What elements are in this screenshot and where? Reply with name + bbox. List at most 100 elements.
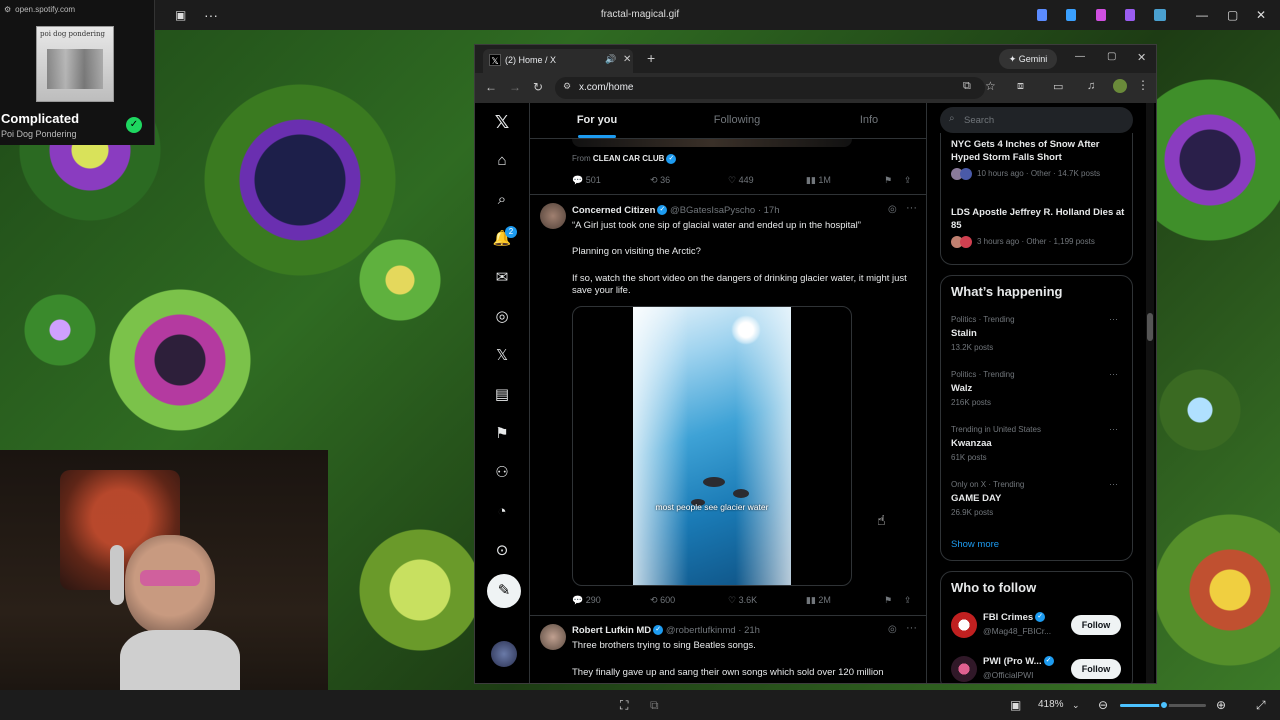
gemini-button[interactable]: ✦ Gemini	[999, 49, 1057, 69]
browser-tab[interactable]: 𝕏 (2) Home / X 🔊 ✕	[483, 49, 633, 73]
crop-icon[interactable]: ⧉	[650, 690, 659, 720]
post-video[interactable]: most people see glacier water	[572, 306, 852, 586]
post-more-icon[interactable]: ···	[906, 202, 917, 214]
premium-x-icon[interactable]: 𝕏	[492, 346, 512, 366]
app-icon[interactable]	[1125, 9, 1135, 21]
bookmark-icon[interactable]: ⚑	[884, 595, 892, 606]
reply-count[interactable]: 💬 290	[572, 595, 601, 606]
trend-more-icon[interactable]: ···	[1109, 369, 1118, 379]
author-name[interactable]: Robert Lufkin MD	[572, 625, 651, 636]
share-icon[interactable]: ⇪	[904, 595, 912, 606]
show-more-link[interactable]: Show more	[951, 539, 999, 550]
url-field[interactable]: ⚙ x.com/home	[555, 77, 985, 99]
reload-icon[interactable]: ↻	[533, 80, 543, 94]
zoom-level[interactable]: 418%	[1038, 690, 1064, 720]
repost-count[interactable]: ⟲ 36	[650, 175, 670, 186]
search-icon[interactable]: ⌕	[492, 190, 512, 210]
author-handle[interactable]: @BGatesIsaPyscho	[670, 205, 755, 216]
source-name[interactable]: CLEAN CAR CLUB	[593, 154, 665, 163]
trend-more-icon[interactable]: ···	[1109, 424, 1118, 434]
app-icon[interactable]	[1037, 9, 1047, 21]
profile-avatar[interactable]	[1113, 79, 1127, 93]
screen-fit-icon[interactable]: ▣	[1010, 690, 1021, 720]
new-tab-icon[interactable]: +	[647, 50, 655, 66]
news-title[interactable]: NYC Gets 4 Inches of Snow After Hyped St…	[951, 138, 1131, 164]
post-robert-lufkin[interactable]: Robert Lufkin MD ✓ @robertlufkinmd · 21h …	[530, 616, 926, 683]
post-compose-button[interactable]: ✎	[487, 574, 521, 608]
grok-icon[interactable]: ◎	[888, 624, 897, 635]
suggestion-name[interactable]: FBI Crimes ✓	[983, 612, 1046, 623]
bookmark-star-icon[interactable]: ☆	[985, 79, 996, 93]
bookmarks-icon[interactable]: ⚑	[492, 424, 512, 444]
scrollbar-thumb[interactable]	[1147, 313, 1153, 341]
zoom-dropdown-icon[interactable]: ⌄	[1072, 690, 1080, 720]
post-time[interactable]: · 17h	[758, 205, 780, 216]
zoom-slider-thumb[interactable]	[1159, 700, 1169, 710]
communities-icon[interactable]: ⚇	[492, 463, 512, 483]
follow-suggestion[interactable]: PWI (Pro W... ✓ @OfficialPWI Follow	[941, 652, 1132, 683]
reply-count[interactable]: 💬 501	[572, 175, 601, 186]
profile-icon[interactable]: ◔	[492, 502, 512, 522]
trend-item[interactable]: Politics · Trending Walz 216K posts ···	[941, 367, 1132, 419]
fullscreen-icon[interactable]: ⤢	[1256, 690, 1266, 720]
share-icon[interactable]: ⇪	[904, 175, 912, 186]
post-more-icon[interactable]: ···	[906, 622, 917, 634]
post-time[interactable]: · 21h	[738, 625, 760, 636]
news-title[interactable]: LDS Apostle Jeffrey R. Holland Dies at 8…	[951, 206, 1131, 232]
trend-item[interactable]: Trending in United States Kwanzaa 61K po…	[941, 422, 1132, 474]
minimize-icon[interactable]: —	[1196, 0, 1208, 30]
tab-close-icon[interactable]: ✕	[623, 54, 631, 65]
app-icon[interactable]	[1154, 9, 1166, 21]
author-avatar[interactable]	[540, 624, 566, 650]
search-input[interactable]: ⌕ Search	[940, 107, 1133, 133]
menu-icon[interactable]: ⋮	[1137, 78, 1149, 92]
site-info-icon[interactable]: ⚙	[563, 81, 571, 92]
trend-item[interactable]: Politics · Trending Stalin 13.2K posts ·…	[941, 312, 1132, 364]
grok-icon[interactable]: ◎	[492, 307, 512, 327]
post-concerned-citizen[interactable]: Concerned Citizen ✓ @BGatesIsaPyscho · 17…	[530, 195, 926, 615]
tab-following[interactable]: Following	[670, 103, 804, 139]
view-count[interactable]: ▮▮ 1M	[806, 175, 831, 186]
page-scrollbar[interactable]	[1146, 103, 1154, 683]
media-icon[interactable]: ♫	[1087, 80, 1095, 92]
like-count[interactable]: ♡ 449	[728, 175, 754, 186]
app-icon[interactable]	[1066, 9, 1076, 21]
zoom-slider[interactable]	[1120, 700, 1206, 710]
home-icon[interactable]: ⌂	[492, 151, 512, 171]
bookmark-icon[interactable]: ⚑	[884, 175, 892, 186]
view-count[interactable]: ▮▮ 2M	[806, 595, 831, 606]
suggestion-avatar[interactable]	[951, 612, 977, 638]
suggestion-avatar[interactable]	[951, 656, 977, 682]
repost-count[interactable]: ⟲ 600	[650, 595, 675, 606]
like-count[interactable]: ♡ 3.6K	[728, 595, 757, 606]
sidebar-icon[interactable]: ▭	[1053, 80, 1063, 93]
fit-icon[interactable]: ⛶	[620, 690, 628, 720]
trend-more-icon[interactable]: ···	[1109, 479, 1118, 489]
back-icon[interactable]: ←	[485, 80, 497, 94]
grok-icon[interactable]: ◎	[888, 204, 897, 215]
audio-icon[interactable]: 🔊	[605, 54, 616, 65]
zoom-out-icon[interactable]: ⊖	[1098, 690, 1108, 720]
suggestion-name[interactable]: PWI (Pro W... ✓	[983, 656, 1054, 667]
messages-icon[interactable]: ✉	[492, 268, 512, 288]
more-icon[interactable]: ⊙	[492, 541, 512, 561]
install-icon[interactable]: ⧉	[963, 80, 971, 93]
author-name[interactable]: Concerned Citizen	[572, 205, 655, 216]
trend-more-icon[interactable]: ···	[1109, 314, 1118, 324]
maximize-icon[interactable]: ▢	[1107, 51, 1116, 62]
minimize-icon[interactable]: —	[1075, 51, 1085, 62]
author-handle[interactable]: @robertlufkinmd	[666, 625, 736, 636]
trend-item[interactable]: Only on X · Trending GAME DAY 26.9K post…	[941, 477, 1132, 529]
zoom-in-icon[interactable]: ⊕	[1216, 690, 1226, 720]
account-avatar[interactable]	[491, 641, 517, 667]
tab-for-you[interactable]: For you	[530, 103, 664, 139]
forward-icon[interactable]: →	[509, 80, 521, 94]
saved-check-icon[interactable]: ✓	[126, 117, 142, 133]
follow-button[interactable]: Follow	[1071, 659, 1121, 679]
maximize-icon[interactable]: ▢	[1227, 0, 1238, 30]
extensions-icon[interactable]: ⧈	[1017, 80, 1024, 93]
close-icon[interactable]: ✕	[1137, 51, 1146, 64]
author-avatar[interactable]	[540, 203, 566, 229]
follow-suggestion[interactable]: FBI Crimes ✓ @Mag48_FBICr... Follow	[941, 608, 1132, 646]
app-icon[interactable]	[1096, 9, 1106, 21]
